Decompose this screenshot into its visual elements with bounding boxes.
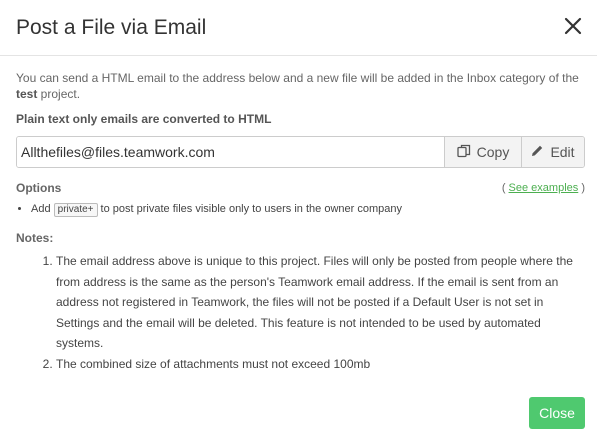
close-icon[interactable] xyxy=(561,14,585,38)
notes-label: Notes: xyxy=(16,231,54,245)
dialog-body: You can send a HTML email to the address… xyxy=(16,70,585,374)
option-text-before: Add xyxy=(31,203,54,215)
copy-button[interactable]: Copy xyxy=(444,137,521,167)
list-item: The email address above is unique to thi… xyxy=(56,251,582,354)
options-label: Options xyxy=(16,181,62,195)
copy-icon xyxy=(457,144,471,161)
notes-list: The email address above is unique to thi… xyxy=(16,251,582,374)
edit-label: Edit xyxy=(550,144,575,160)
project-name: test xyxy=(16,87,38,101)
plain-text-note: Plain text only emails are converted to … xyxy=(16,112,272,126)
intro-text-after: project. xyxy=(37,87,81,101)
option-text-after: to post private files visible only to us… xyxy=(97,203,402,215)
options-header: Options ( See examples ) xyxy=(16,181,585,195)
edit-button[interactable]: Edit xyxy=(521,137,584,167)
email-address-group: Copy Edit xyxy=(16,136,585,168)
dialog-header: Post a File via Email xyxy=(0,0,597,56)
copy-label: Copy xyxy=(476,144,510,160)
see-examples-suffix: ) xyxy=(578,182,585,194)
list-item: The combined size of attachments must no… xyxy=(56,354,582,375)
private-tag: private+ xyxy=(53,203,98,217)
email-address-field[interactable] xyxy=(17,137,444,167)
see-examples-prefix: ( xyxy=(501,182,509,194)
dialog-title: Post a File via Email xyxy=(16,16,207,39)
see-examples: ( See examples ) xyxy=(502,182,585,194)
list-item: Add private+ to post private files visib… xyxy=(31,201,582,217)
pencil-icon xyxy=(531,144,544,160)
intro-text: You can send a HTML email to the address… xyxy=(16,70,582,102)
options-list: Add private+ to post private files visib… xyxy=(16,201,582,217)
intro-text-before: You can send a HTML email to the address… xyxy=(16,71,579,85)
see-examples-link[interactable]: See examples xyxy=(509,182,579,194)
close-button[interactable]: Close xyxy=(529,397,585,429)
